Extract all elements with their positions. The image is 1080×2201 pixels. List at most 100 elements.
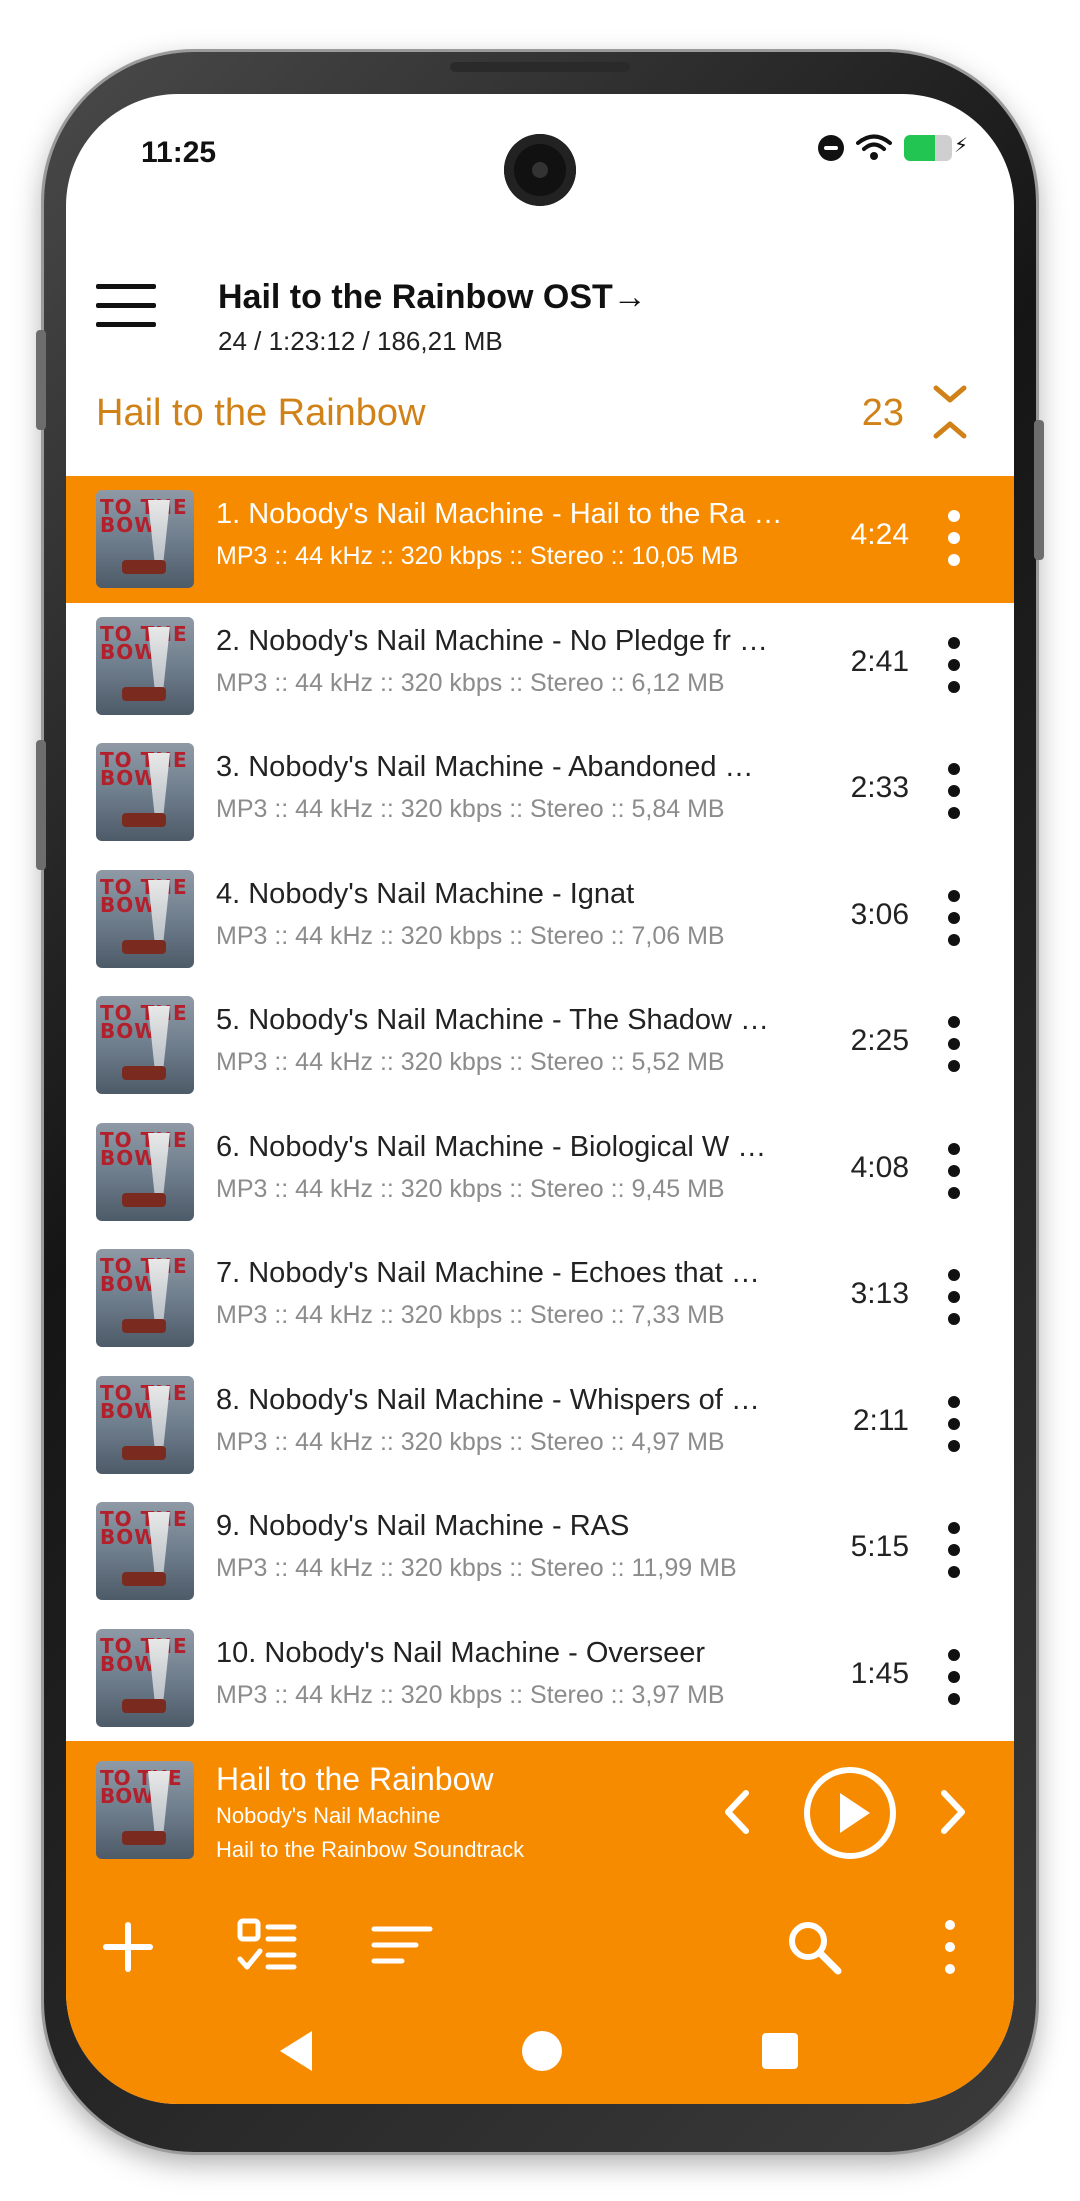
track-row[interactable]: TO THE BOW 3. Nobody's Nail Machine - Aba… — [66, 729, 1014, 856]
track-list: TO THE BOW 1. Nobody's Nail Machine - Hai… — [66, 476, 1014, 1741]
track-title: 6. Nobody's Nail Machine - Biological W … — [216, 1130, 767, 1163]
track-meta: MP3 :: 44 kHz :: 320 kbps :: Stereo :: 5… — [216, 1048, 725, 1076]
track-meta: MP3 :: 44 kHz :: 320 kbps :: Stereo :: 7… — [216, 921, 725, 950]
album-art: TO THE BOW — [96, 1502, 194, 1600]
bottom-panel: TO THE BOW Hail to the Rainbow Nobody's … — [66, 1741, 1014, 2104]
nav-home-icon[interactable] — [522, 2031, 562, 2071]
track-meta: MP3 :: 44 kHz :: 320 kbps :: Stereo :: 7… — [216, 1301, 725, 1329]
album-art: TO THE BOW — [96, 1628, 194, 1727]
more-vert-icon[interactable] — [946, 1016, 962, 1072]
more-vert-icon[interactable] — [918, 1915, 982, 1979]
track-duration: 2:25 — [850, 1024, 909, 1057]
front-camera — [504, 134, 576, 206]
play-circle-icon[interactable] — [804, 1767, 896, 1859]
now-playing-title[interactable]: Hail to the Rainbow — [216, 1761, 493, 1798]
track-duration: 3:06 — [850, 897, 909, 931]
sort-icon[interactable] — [370, 1915, 434, 1979]
track-meta: MP3 :: 44 kHz :: 320 kbps :: Stereo :: 4… — [216, 1427, 725, 1456]
track-row[interactable]: TO THE BOW 2. Nobody's Nail Machine - No … — [66, 603, 1014, 730]
album-art-text: TO THE BOW — [100, 874, 188, 917]
track-meta: MP3 :: 44 kHz :: 320 kbps :: Stereo :: 5… — [216, 795, 725, 823]
track-duration: 4:08 — [850, 1150, 909, 1184]
status-bar: 11:25 — [66, 94, 1014, 214]
track-row[interactable]: TO THE BOW 5. Nobody's Nail Machine - The… — [66, 982, 1014, 1109]
header-title[interactable]: Hail to the Rainbow OST→ — [218, 278, 647, 317]
collapse-expand-icon[interactable] — [930, 382, 970, 442]
track-duration: 4:24 — [850, 518, 909, 551]
album-art-text: TO THE BOW — [100, 748, 188, 790]
track-title: 10. Nobody's Nail Machine - Overseer — [216, 1636, 706, 1669]
track-row[interactable]: TO THE BOW 4. Nobody's Nail Machine - Ign… — [66, 856, 1014, 983]
track-meta: MP3 :: 44 kHz :: 320 kbps :: Stereo :: 9… — [216, 1174, 725, 1203]
more-vert-icon[interactable] — [946, 510, 962, 566]
phone-screen: 11:25 Hail to the Rainbow OST→ 24 / 1:23… — [66, 94, 1014, 2104]
chevron-left-icon[interactable] — [718, 1787, 758, 1837]
more-vert-icon[interactable] — [946, 1522, 962, 1578]
track-row[interactable]: TO THE BOW 1. Nobody's Nail Machine - Hai… — [66, 476, 1014, 603]
track-duration: 1:45 — [850, 1656, 909, 1690]
track-duration: 2:11 — [852, 1403, 909, 1437]
volume-button — [36, 330, 46, 430]
album-art: TO THE BOW — [96, 490, 194, 588]
album-art-text: TO THE BOW — [100, 1254, 188, 1296]
more-vert-icon[interactable] — [946, 1142, 962, 1199]
track-row[interactable]: TO THE BOW 8. Nobody's Nail Machine - Whi… — [66, 1362, 1014, 1489]
wifi-icon — [856, 134, 892, 160]
nav-recents-icon[interactable] — [762, 2033, 798, 2069]
volume-button-lower — [36, 740, 46, 870]
track-row[interactable]: TO THE BOW 9. Nobody's Nail Machine - RAS… — [66, 1488, 1014, 1615]
do-not-disturb-icon — [818, 135, 844, 161]
hamburger-menu-icon[interactable] — [96, 284, 156, 328]
track-meta: MP3 :: 44 kHz :: 320 kbps :: Stereo :: 1… — [216, 542, 739, 570]
album-art-text: TO THE BOW — [100, 1507, 188, 1549]
track-title: 7. Nobody's Nail Machine - Echoes that … — [216, 1257, 760, 1289]
more-vert-icon[interactable] — [946, 1269, 962, 1325]
track-meta: MP3 :: 44 kHz :: 320 kbps :: Stereo :: 1… — [216, 1554, 737, 1582]
more-vert-icon[interactable] — [946, 763, 962, 819]
more-vert-icon[interactable] — [946, 1648, 962, 1705]
track-title: 1. Nobody's Nail Machine - Hail to the R… — [216, 498, 783, 530]
playlist-count: 23 — [861, 392, 904, 434]
now-playing-artist: Nobody's Nail Machine — [216, 1803, 441, 1828]
battery-icon — [904, 133, 968, 161]
album-art-text: TO THE BOW — [100, 1380, 188, 1423]
playlist-name[interactable]: Hail to the Rainbow — [96, 392, 426, 435]
album-art-text: TO THE BOW — [100, 495, 188, 537]
power-button — [1034, 420, 1044, 560]
album-art: TO THE BOW — [96, 1249, 194, 1347]
plus-icon[interactable] — [96, 1915, 160, 1979]
track-row[interactable]: TO THE BOW 7. Nobody's Nail Machine - Ech… — [66, 1235, 1014, 1362]
chevron-right-icon[interactable] — [932, 1787, 972, 1837]
track-meta: MP3 :: 44 kHz :: 320 kbps :: Stereo :: 3… — [216, 1680, 725, 1709]
status-icons — [818, 133, 968, 162]
album-art-text: TO THE BOW — [100, 621, 188, 664]
track-row[interactable]: TO THE BOW 6. Nobody's Nail Machine - Bio… — [66, 1109, 1014, 1236]
earpiece-speaker — [450, 62, 630, 72]
more-vert-icon[interactable] — [946, 636, 962, 693]
track-title: 8. Nobody's Nail Machine - Whispers of … — [216, 1383, 760, 1416]
bottom-toolbar — [66, 1891, 1014, 2001]
more-vert-icon[interactable] — [946, 1395, 962, 1452]
track-duration: 5:15 — [850, 1530, 909, 1563]
track-title: 9. Nobody's Nail Machine - RAS — [216, 1510, 630, 1542]
album-art-text: TO THE BOW — [100, 1633, 188, 1676]
checklist-icon[interactable] — [234, 1915, 298, 1979]
album-art-text: TO THE BOW — [100, 1001, 188, 1043]
track-duration: 2:41 — [850, 644, 909, 678]
status-time: 11:25 — [141, 136, 217, 169]
track-title: 2. Nobody's Nail Machine - No Pledge fr … — [216, 624, 768, 657]
album-art-text: TO THE BOW — [100, 1127, 188, 1170]
track-title: 3. Nobody's Nail Machine - Abandoned … — [216, 751, 754, 783]
header-subtitle: 24 / 1:23:12 / 186,21 MB — [218, 326, 503, 356]
search-icon[interactable] — [782, 1915, 846, 1979]
more-vert-icon[interactable] — [946, 889, 962, 946]
track-title: 4. Nobody's Nail Machine - Ignat — [216, 877, 635, 910]
now-playing-album-art[interactable]: TO THE BOW — [96, 1761, 194, 1859]
track-row[interactable]: TO THE BOW 10. Nobody's Nail Machine - Ov… — [66, 1615, 1014, 1742]
album-art: TO THE BOW — [96, 616, 194, 715]
nav-back-icon[interactable] — [280, 2031, 312, 2071]
track-duration: 3:13 — [850, 1277, 909, 1310]
album-art: TO THE BOW — [96, 1375, 194, 1474]
album-art: TO THE BOW — [96, 743, 194, 841]
now-playing-album: Hail to the Rainbow Soundtrack — [216, 1837, 525, 1862]
